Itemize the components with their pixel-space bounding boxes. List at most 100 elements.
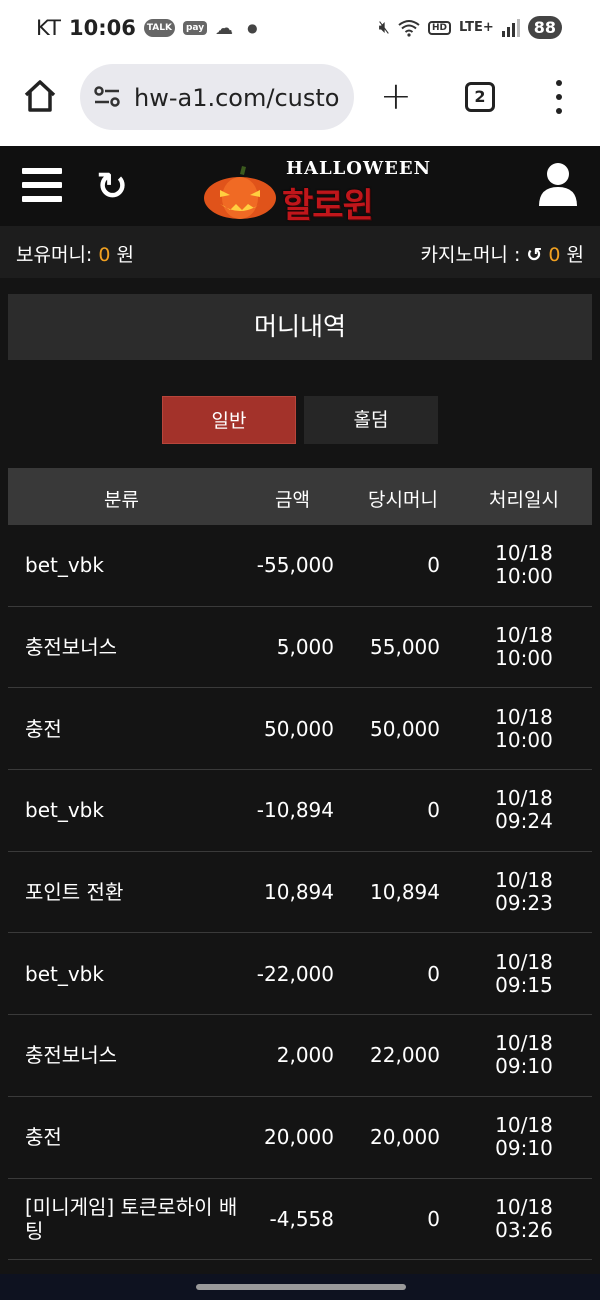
url-text[interactable]: hw-a1.com/custo [134,84,346,112]
row-time: 09:10 [495,1136,553,1161]
logo-korean-text: 할로윈 [282,186,374,226]
row-category: [미니게임] 토큰로하이 배팅 [25,1194,238,1243]
page-title: 머니내역 [8,294,592,360]
row-datetime: 10/18 10:00 [474,624,574,670]
table-row: [미니게임] 토큰로하이 배팅 -4,558 0 10/18 03:26 [8,1179,592,1261]
row-category: 충전보너스 [25,1043,117,1068]
browser-toolbar: hw-a1.com/custo + 2 [0,60,600,146]
row-category: bet_vbk [25,961,104,986]
tab-general[interactable]: 일반 [162,396,296,444]
casino-refresh-icon[interactable]: ↺ [526,244,542,266]
row-date: 10/18 [495,1031,553,1056]
header-balance: 당시머니 [368,489,438,511]
refresh-icon[interactable]: ↻ [96,164,128,208]
row-category: 포인트 전환 [25,880,124,905]
held-money-unit: 원 [116,244,134,266]
row-amount: 20,000 [264,1125,334,1150]
logo-english-text: HALLOWEEN [286,158,432,179]
row-date: 10/18 [495,704,553,729]
battery-indicator: 88 [527,16,562,39]
row-balance: 0 [427,798,440,823]
row-amount: 2,000 [276,1043,334,1068]
casino-money-label: 카지노머니 : [420,244,521,266]
row-category: bet_vbk [25,798,104,823]
row-category: 충전보너스 [25,635,117,660]
header-processed-at: 처리일시 [489,489,559,511]
row-category: 충전 [25,716,62,741]
header-amount: 금액 [275,489,310,511]
site-header: ↻ HALLOWEEN 할로윈 [0,146,600,226]
balance-bar: 보유머니: 0 원 카지노머니 : ↺ 0 원 [0,226,600,278]
row-amount: 5,000 [276,635,334,660]
row-time: 10:00 [495,727,553,752]
row-category: bet_vbk [25,553,104,578]
carrier-label: KT [36,16,61,40]
row-datetime: 10/18 10:00 [474,542,574,588]
table-header: 분류 금액 당시머니 처리일시 [8,468,592,525]
hamburger-menu-icon[interactable] [22,168,62,202]
row-time: 09:24 [495,809,553,834]
row-datetime: 10/18 09:23 [474,869,574,915]
row-datetime: 10/18 03:26 [474,1194,574,1242]
row-datetime: 10/18 09:15 [474,949,574,997]
wifi-icon [398,19,420,37]
row-balance: 55,000 [370,635,440,660]
table-row: bet_vbk -10,894 0 10/18 09:24 [8,770,592,852]
row-date: 10/18 [495,541,553,566]
row-amount: -55,000 [256,553,334,578]
row-balance: 22,000 [370,1043,440,1068]
clock: 10:06 [68,16,136,40]
held-money-value: 0 [98,244,111,266]
row-amount: -4,558 [269,1206,334,1231]
header-category: 분류 [104,489,139,511]
site-settings-icon[interactable] [94,86,120,108]
row-balance: 0 [427,1206,440,1231]
kakaotalk-icon: TALK [143,19,175,37]
row-time: 09:23 [495,891,553,916]
tab-switcher-button[interactable]: 2 [465,82,495,112]
row-balance: 50,000 [370,716,440,741]
casino-money-unit: 원 [566,244,584,266]
site-logo[interactable]: HALLOWEEN 할로윈 [200,152,430,226]
held-money-label: 보유머니: [16,244,93,266]
table-row: 충전보너스 5,000 55,000 10/18 10:00 [8,607,592,689]
row-datetime: 10/18 10:00 [474,704,574,752]
notification-dot-icon: ● [247,21,258,35]
status-bar: KT 10:06 TALK pay ☁ ● 🔇︎ HD LTE+ 88 [0,0,600,60]
cloud-icon: ☁ [215,17,234,39]
row-date: 10/18 [495,623,553,648]
row-datetime: 10/18 09:10 [474,1032,574,1078]
address-bar[interactable]: hw-a1.com/custo [80,64,354,130]
table-row: 충전 20,000 20,000 10/18 09:10 [8,1097,592,1179]
row-amount: -22,000 [256,961,334,986]
system-navigation-bar [0,1274,600,1300]
row-datetime: 10/18 09:10 [474,1114,574,1160]
table-row: 충전보너스 2,000 22,000 10/18 09:10 [8,1015,592,1097]
signal-icon [501,18,520,37]
row-date: 10/18 [495,949,553,974]
row-time: 09:10 [495,1054,553,1079]
row-date: 10/18 [495,1194,553,1219]
row-time: 03:26 [495,1217,553,1242]
row-category: 충전 [25,1125,62,1150]
user-icon[interactable] [538,162,578,206]
row-datetime: 10/18 09:24 [474,787,574,833]
row-balance: 0 [427,961,440,986]
row-date: 10/18 [495,1113,553,1138]
row-balance: 10,894 [370,880,440,905]
row-date: 10/18 [495,786,553,811]
row-balance: 0 [427,553,440,578]
tab-holdem[interactable]: 홀덤 [304,396,438,444]
home-gesture-handle[interactable] [196,1284,406,1290]
held-money: 보유머니: 0 원 [16,240,134,267]
mute-icon: 🔇︎ [378,17,390,38]
browser-menu-icon[interactable] [554,80,564,114]
row-date: 10/18 [495,868,553,893]
money-history-table: 분류 금액 당시머니 처리일시 bet_vbk -55,000 0 10/18 1… [8,468,592,1261]
row-amount: 10,894 [264,880,334,905]
home-icon[interactable] [22,78,58,114]
new-tab-button[interactable]: + [380,77,412,115]
table-row: bet_vbk -22,000 0 10/18 09:15 [8,933,592,1016]
casino-money: 카지노머니 : ↺ 0 원 [421,240,584,267]
row-balance: 20,000 [370,1125,440,1150]
